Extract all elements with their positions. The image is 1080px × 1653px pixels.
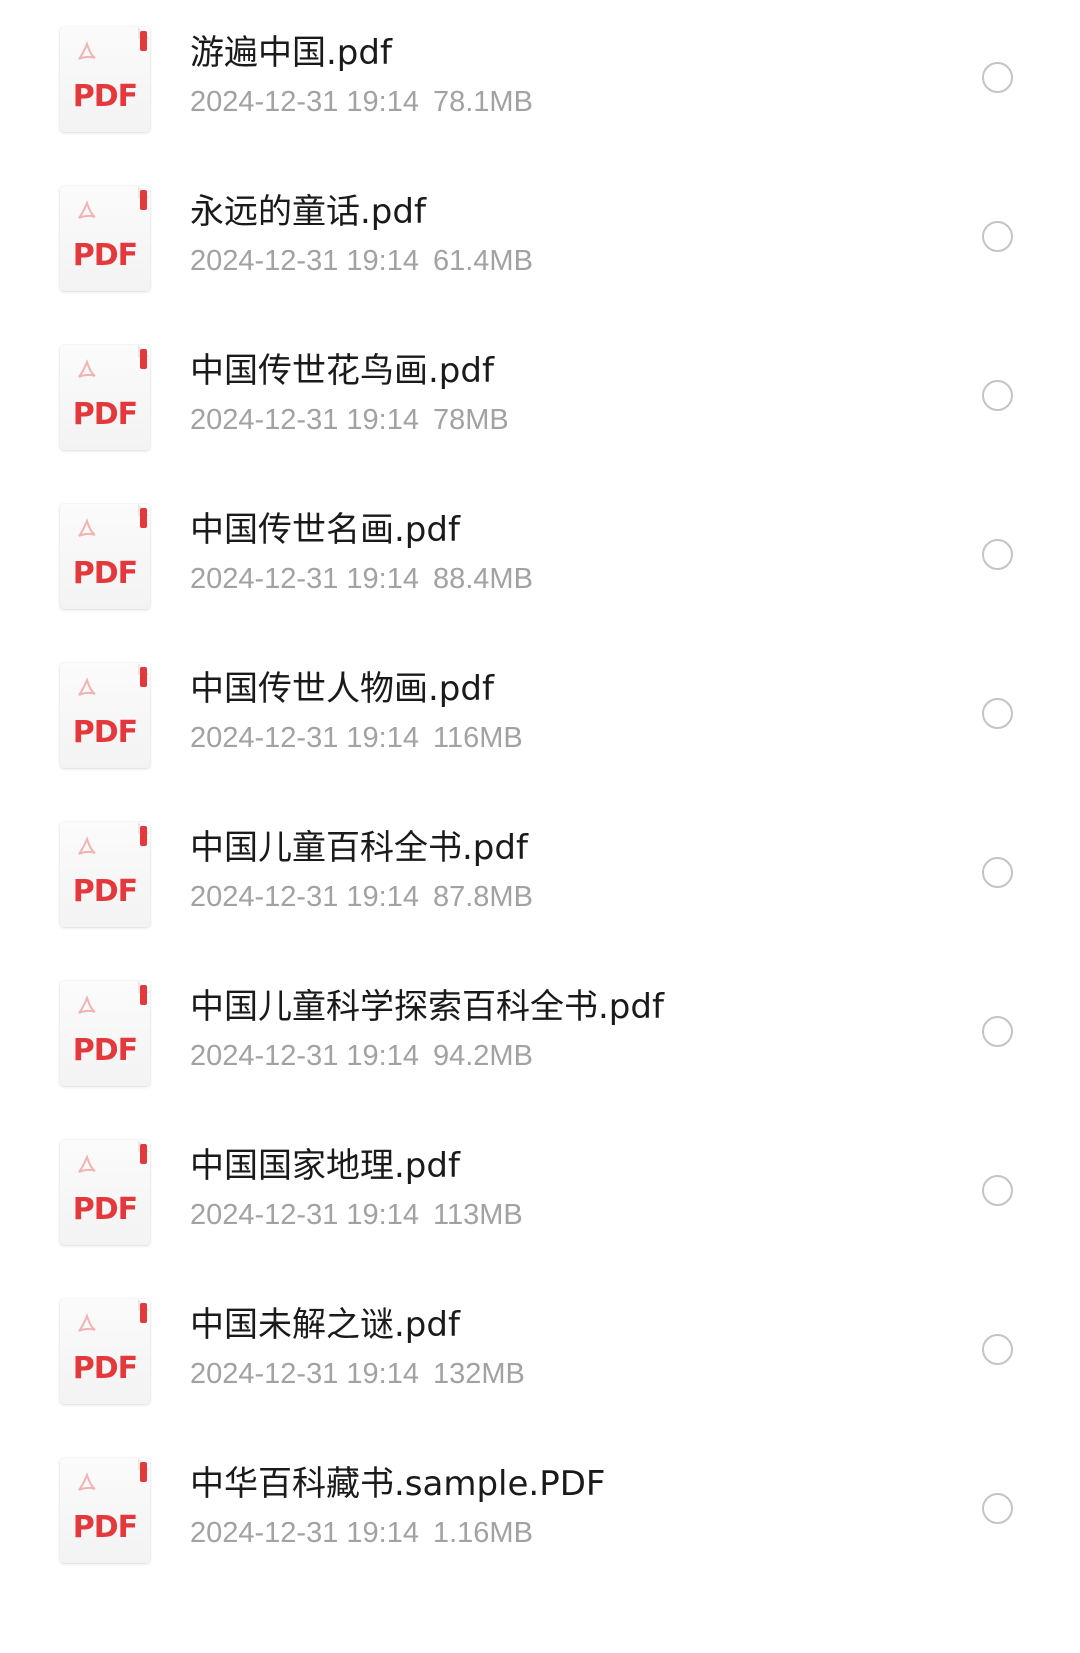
file-row[interactable]: PDF 中华百科藏书.sample.PDF 2024-12-31 19:14 1.…: [0, 1431, 1080, 1599]
pdf-icon-label: PDF: [72, 79, 138, 114]
file-size: 1.16MB: [432, 1517, 533, 1549]
pdf-file-icon: PDF: [60, 1458, 150, 1563]
file-size: 78.1MB: [432, 86, 533, 118]
file-date: 2024-12-31 19:14: [190, 881, 419, 913]
file-date: 2024-12-31 19:14: [190, 1040, 419, 1072]
select-radio[interactable]: [982, 1175, 1013, 1206]
file-date: 2024-12-31 19:14: [190, 245, 419, 277]
file-date: 2024-12-31 19:14: [190, 1517, 419, 1549]
pdf-icon-label: PDF: [72, 1192, 138, 1227]
pdf-file-icon: PDF: [60, 981, 150, 1086]
file-meta: 2024-12-31 19:14 78.1MB: [190, 84, 533, 120]
select-radio[interactable]: [982, 380, 1013, 411]
pdf-file-icon: PDF: [60, 1140, 150, 1245]
file-meta: 2024-12-31 19:14 1.16MB: [190, 1515, 533, 1551]
file-date: 2024-12-31 19:14: [190, 1199, 419, 1231]
file-list: PDF 游遍中国.pdf 2024-12-31 19:14 78.1MB PDF …: [0, 0, 1080, 1653]
file-name: 中国国家地理.pdf: [190, 1146, 460, 1186]
file-meta: 2024-12-31 19:14 87.8MB: [190, 879, 533, 915]
file-date: 2024-12-31 19:14: [190, 722, 419, 754]
file-name: 中华百科藏书.sample.PDF: [190, 1464, 606, 1504]
pdf-file-icon: PDF: [60, 822, 150, 927]
pdf-icon-label: PDF: [72, 1033, 138, 1068]
pdf-icon-label: PDF: [72, 397, 138, 432]
file-meta: 2024-12-31 19:14 116MB: [190, 720, 523, 756]
select-radio[interactable]: [982, 698, 1013, 729]
file-row[interactable]: PDF 中国传世人物画.pdf 2024-12-31 19:14 116MB: [0, 636, 1080, 804]
select-radio[interactable]: [982, 1334, 1013, 1365]
file-size: 87.8MB: [432, 881, 533, 913]
pdf-file-icon: PDF: [60, 27, 150, 132]
select-radio[interactable]: [982, 539, 1013, 570]
pdf-file-icon: PDF: [60, 345, 150, 450]
file-meta: 2024-12-31 19:14 113MB: [190, 1197, 523, 1233]
pdf-icon-label: PDF: [72, 238, 138, 273]
file-meta: 2024-12-31 19:14 132MB: [190, 1356, 525, 1392]
file-name: 中国传世人物画.pdf: [190, 669, 494, 709]
pdf-icon-label: PDF: [72, 715, 138, 750]
file-size: 113MB: [432, 1199, 523, 1231]
file-date: 2024-12-31 19:14: [190, 563, 419, 595]
file-row[interactable]: PDF 中国传世名画.pdf 2024-12-31 19:14 88.4MB: [0, 477, 1080, 645]
file-size: 132MB: [432, 1358, 525, 1390]
pdf-file-icon: PDF: [60, 1299, 150, 1404]
file-size: 94.2MB: [432, 1040, 533, 1072]
file-name: 中国传世名画.pdf: [190, 510, 460, 550]
file-date: 2024-12-31 19:14: [190, 86, 419, 118]
pdf-file-icon: PDF: [60, 186, 150, 291]
file-size: 78MB: [432, 404, 509, 436]
file-name: 中国传世花鸟画.pdf: [190, 351, 494, 391]
file-row[interactable]: PDF 游遍中国.pdf 2024-12-31 19:14 78.1MB: [0, 0, 1080, 168]
file-name: 中国未解之谜.pdf: [190, 1305, 460, 1345]
file-row[interactable]: PDF 中国国家地理.pdf 2024-12-31 19:14 113MB: [0, 1113, 1080, 1281]
file-date: 2024-12-31 19:14: [190, 404, 419, 436]
select-radio[interactable]: [982, 857, 1013, 888]
pdf-file-icon: PDF: [60, 663, 150, 768]
pdf-icon-label: PDF: [72, 556, 138, 591]
file-size: 88.4MB: [432, 563, 533, 595]
file-name: 中国儿童科学探索百科全书.pdf: [190, 987, 664, 1027]
file-meta: 2024-12-31 19:14 94.2MB: [190, 1038, 533, 1074]
pdf-icon-label: PDF: [72, 874, 138, 909]
file-row[interactable]: PDF 中国儿童百科全书.pdf 2024-12-31 19:14 87.8MB: [0, 795, 1080, 963]
file-row[interactable]: PDF 中国未解之谜.pdf 2024-12-31 19:14 132MB: [0, 1272, 1080, 1440]
file-name: 游遍中国.pdf: [190, 33, 392, 73]
file-name: 永远的童话.pdf: [190, 192, 426, 232]
file-row[interactable]: PDF 中国传世花鸟画.pdf 2024-12-31 19:14 78MB: [0, 318, 1080, 486]
select-radio[interactable]: [982, 62, 1013, 93]
pdf-file-icon: PDF: [60, 504, 150, 609]
file-date: 2024-12-31 19:14: [190, 1358, 419, 1390]
pdf-icon-label: PDF: [72, 1351, 138, 1386]
select-radio[interactable]: [982, 1493, 1013, 1524]
file-meta: 2024-12-31 19:14 61.4MB: [190, 243, 533, 279]
pdf-icon-label: PDF: [72, 1510, 138, 1545]
file-size: 116MB: [432, 722, 523, 754]
file-size: 61.4MB: [432, 245, 533, 277]
file-meta: 2024-12-31 19:14 88.4MB: [190, 561, 533, 597]
file-name: 中国儿童百科全书.pdf: [190, 828, 528, 868]
select-radio[interactable]: [982, 1016, 1013, 1047]
select-radio[interactable]: [982, 221, 1013, 252]
file-meta: 2024-12-31 19:14 78MB: [190, 402, 509, 438]
file-row[interactable]: PDF 永远的童话.pdf 2024-12-31 19:14 61.4MB: [0, 159, 1080, 327]
file-row[interactable]: PDF 中国儿童科学探索百科全书.pdf 2024-12-31 19:14 94.…: [0, 954, 1080, 1122]
